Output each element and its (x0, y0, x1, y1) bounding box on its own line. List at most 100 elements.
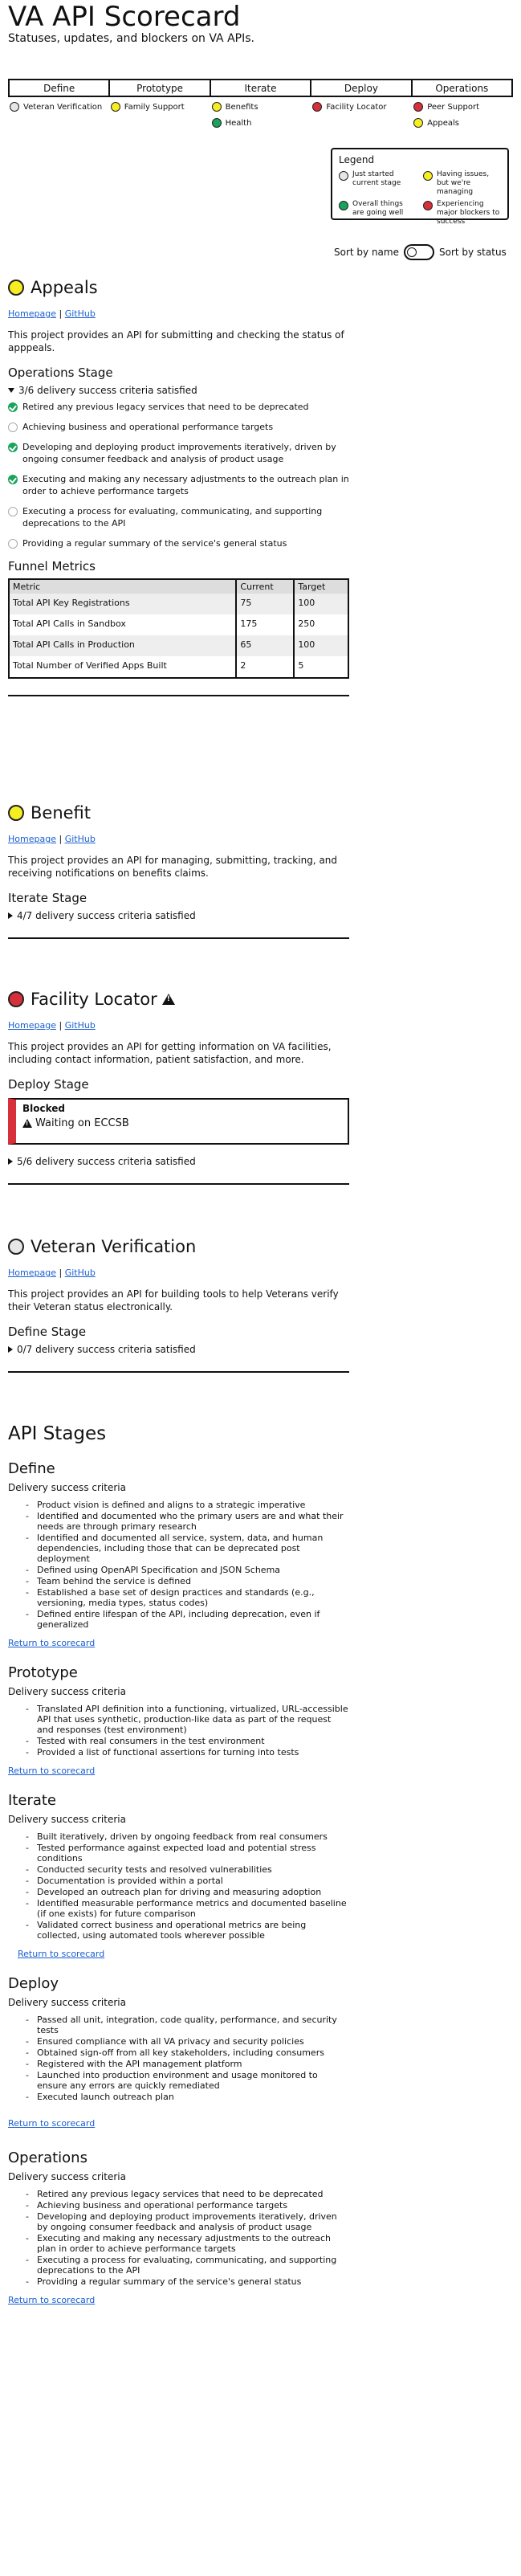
stage-operations[interactable]: Operations (410, 80, 511, 96)
stage-prototype[interactable]: Prototype (108, 80, 209, 96)
caret-right-icon (8, 1158, 13, 1165)
toggle-knob (406, 247, 417, 257)
caret-right-icon (8, 1346, 13, 1353)
stage-project-family-support[interactable]: Family Support (110, 102, 210, 112)
legend: Legend Just started current stage Having… (331, 148, 509, 226)
table-row: Total API Calls in Sandbox 175 250 (9, 614, 348, 635)
caret-down-icon (8, 388, 14, 393)
homepage-link[interactable]: Homepage (8, 1020, 56, 1031)
legend-item: Overall things are going well (339, 200, 417, 227)
criteria-toggle[interactable]: 0/7 delivery success criteria satisfied (8, 1344, 349, 1355)
stage-project-appeals[interactable]: Appeals (413, 118, 513, 128)
stage-column-operations: Peer Support Appeals (412, 102, 513, 134)
funnel-table: Metric Current Target Total API Key Regi… (8, 578, 349, 679)
status-dot-icon (10, 102, 19, 112)
blocked-message: Waiting on ECCSB (35, 1117, 129, 1129)
table-cell: 100 (293, 635, 348, 656)
stage-project-health[interactable]: Health (211, 118, 311, 128)
stage-prototype-section: Prototype Delivery success criteria Tran… (8, 1664, 349, 1776)
status-dot-icon (8, 280, 24, 296)
criterion-item: Executing and making any necessary adjus… (8, 473, 349, 497)
list-item: Translated API definition into a functio… (26, 1704, 349, 1735)
stage-title: Iterate (8, 1792, 57, 1809)
criteria-list: Product vision is defined and aligns to … (26, 1500, 349, 1630)
project-links: Homepage | GitHub (8, 834, 349, 844)
table-row: Total API Key Registrations 75 100 (9, 594, 348, 614)
check-circle-icon (8, 475, 18, 484)
legend-label: Just started current stage (352, 170, 401, 187)
table-row: Total API Calls in Production 65 100 (9, 635, 348, 656)
criterion-text: Developing and deploying product improve… (22, 442, 336, 464)
sort-toggle[interactable] (403, 244, 434, 260)
status-dot-icon (110, 102, 120, 112)
stage-column-define: Veteran Verification (8, 102, 109, 134)
table-cell: 100 (293, 594, 348, 614)
stage-columns: Veteran Verification Family Support Bene… (8, 102, 513, 134)
return-to-scorecard-link[interactable]: Return to scorecard (8, 2118, 349, 2129)
stage-bar: Define Prototype Iterate Deploy Operatio… (8, 79, 513, 97)
table-cell: 5 (293, 656, 348, 678)
criteria-summary: 4/7 delivery success criteria satisfied (17, 910, 196, 921)
table-cell: 175 (235, 614, 295, 635)
criteria-toggle[interactable]: 4/7 delivery success criteria satisfied (8, 910, 349, 921)
table-row: Total Number of Verified Apps Built 2 5 (9, 656, 348, 678)
criteria-list: Retired any previous legacy services tha… (26, 2189, 349, 2287)
stage-iterate[interactable]: Iterate (209, 80, 310, 96)
stage-title: Define (8, 1460, 55, 1477)
list-item: Launched into production environment and… (26, 2070, 349, 2091)
list-item: Ensured compliance with all VA privacy a… (26, 2036, 349, 2047)
list-item: Built iteratively, driven by ongoing fee… (26, 1831, 349, 1842)
stage-project-veteran-verification[interactable]: Veteran Verification (10, 102, 109, 112)
criteria-toggle[interactable]: 5/6 delivery success criteria satisfied (8, 1156, 349, 1167)
link-separator: | (59, 1020, 63, 1031)
project-title: Facility Locator (31, 990, 157, 1009)
return-to-scorecard-link[interactable]: Return to scorecard (18, 1949, 349, 1959)
github-link[interactable]: GitHub (65, 1268, 96, 1278)
github-link[interactable]: GitHub (65, 308, 96, 319)
project-stage: Deploy Stage (8, 1077, 89, 1092)
criterion-text: Achieving business and operational perfo… (22, 422, 274, 432)
blocked-title: Blocked (22, 1103, 66, 1114)
section-divider (8, 1183, 349, 1185)
legend-label: Having issues, but we're managing (437, 170, 490, 196)
stage-define[interactable]: Define (10, 80, 108, 96)
criterion-text: Providing a regular summary of the servi… (22, 538, 287, 549)
section-divider (8, 1371, 349, 1373)
legend-label: Experiencing major blockers to success (437, 200, 500, 226)
return-to-scorecard-link[interactable]: Return to scorecard (8, 1638, 349, 1648)
project-appeals: Appeals Homepage | GitHub This project p… (8, 278, 349, 696)
return-to-scorecard-link[interactable]: Return to scorecard (8, 2295, 349, 2305)
stage-column-deploy: Facility Locator (311, 102, 412, 134)
homepage-link[interactable]: Homepage (8, 308, 56, 319)
project-veteran-verification: Veteran Verification Homepage | GitHub T… (8, 1237, 349, 1373)
return-to-scorecard-link[interactable]: Return to scorecard (8, 1766, 349, 1776)
stage-column-prototype: Family Support (109, 102, 210, 134)
list-item: Executing and making any necessary adjus… (26, 2233, 349, 2254)
github-link[interactable]: GitHub (65, 834, 96, 844)
stage-title: Deploy (8, 1975, 59, 1992)
table-cell: Total Number of Verified Apps Built (13, 660, 167, 671)
stage-deploy[interactable]: Deploy (310, 80, 410, 96)
stage-project-benefits[interactable]: Benefits (211, 102, 311, 112)
criteria-toggle[interactable]: 3/6 delivery success criteria satisfied (8, 385, 349, 396)
table-cell: 2 (235, 656, 295, 678)
project-description: This project provides an API for buildin… (8, 1288, 339, 1312)
sort-by-status-label: Sort by status (438, 247, 507, 258)
caret-right-icon (8, 912, 13, 919)
list-item: Tested performance against expected load… (26, 1843, 349, 1864)
stage-project-peer-support[interactable]: Peer Support (413, 102, 513, 112)
criterion-text: Executing a process for evaluating, comm… (22, 506, 323, 529)
criteria-label: Delivery success criteria (8, 1482, 126, 1493)
project-label: Facility Locator (326, 102, 387, 112)
homepage-link[interactable]: Homepage (8, 834, 56, 844)
project-label: Veteran Verification (23, 102, 103, 112)
stage-project-facility-locator[interactable]: Facility Locator (312, 102, 412, 112)
github-link[interactable]: GitHub (65, 1020, 96, 1031)
project-stage: Iterate Stage (8, 891, 88, 905)
criterion-text: Retired any previous legacy services tha… (22, 402, 309, 412)
homepage-link[interactable]: Homepage (8, 1268, 56, 1278)
legend-item: Just started current stage (339, 170, 417, 197)
project-facility-locator: Facility Locator Homepage | GitHub This … (8, 990, 349, 1185)
warning-icon (161, 994, 175, 1005)
list-item: Product vision is defined and aligns to … (26, 1500, 349, 1510)
